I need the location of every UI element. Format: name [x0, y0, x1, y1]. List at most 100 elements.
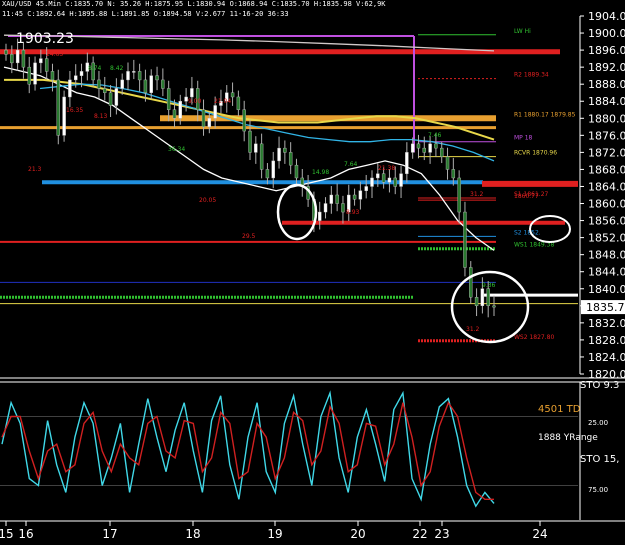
- candle-body: [190, 88, 194, 98]
- oscillator-label: 25.00: [588, 419, 608, 427]
- oscillator-label: STO 9.3: [580, 380, 619, 391]
- candle-body: [50, 71, 55, 81]
- candle-annotation: 21.3: [28, 166, 42, 173]
- candle-body: [405, 152, 409, 174]
- candle-body: [126, 71, 130, 81]
- candle-annotation: 8.93: [346, 209, 360, 216]
- highlight-circles: [276, 183, 571, 344]
- candle-body: [132, 71, 136, 73]
- time-tick-label: 20: [350, 527, 365, 541]
- chart-subheader: 11:45 C:1892.64 H:1895.88 L:1891.85 O:18…: [2, 10, 289, 18]
- time-tick-label: 15: [0, 527, 14, 541]
- candle-annotation: 9.00: [188, 98, 202, 105]
- candle-body: [213, 105, 217, 119]
- candle-body: [451, 169, 456, 179]
- price-tick-label: 1860.0: [588, 198, 625, 211]
- candle-body: [416, 143, 421, 149]
- candle-body: [166, 88, 171, 110]
- candle-body: [15, 49, 20, 64]
- candle-annotation: 31.2: [466, 326, 480, 333]
- time-tick-label: 22: [412, 527, 427, 541]
- price-candles: [4, 38, 496, 318]
- candle-body: [79, 71, 84, 76]
- candle-body: [201, 109, 206, 128]
- candle-body: [492, 305, 496, 308]
- candle-body: [242, 109, 246, 132]
- highlight-circle: [276, 183, 318, 241]
- price-tick-label: 1888.0: [588, 78, 625, 91]
- price-tick-label: 1896.0: [588, 44, 625, 57]
- price-tick-label: 1868.0: [588, 163, 625, 176]
- candle-body: [265, 169, 270, 179]
- candle-annotation: 14.98: [312, 169, 329, 176]
- candle-body: [161, 79, 165, 89]
- level-label: WS2 1827.80: [514, 334, 554, 341]
- candle-body: [254, 143, 258, 153]
- candle-body: [230, 92, 235, 98]
- price-tick-label: 1824.0: [588, 351, 625, 364]
- candle-annotation: 7.46: [428, 132, 442, 139]
- candle-body: [74, 75, 78, 81]
- oscillator-label: 4501 TD: [538, 404, 581, 415]
- candle-annotation: 20.05: [199, 197, 216, 204]
- candle-body: [486, 288, 490, 307]
- oscillator-line: [1, 401, 494, 500]
- candle-annotation: 9.36: [482, 282, 496, 289]
- time-tick-label: 16: [18, 527, 33, 541]
- time-tick-label: 23: [434, 527, 449, 541]
- time-tick-label: 19: [267, 527, 282, 541]
- price-tick-label: 1848.0: [588, 249, 625, 262]
- price-tick-label: 1832.0: [588, 317, 625, 330]
- candle-body: [259, 143, 264, 170]
- time-tick-label: 18: [185, 527, 200, 541]
- candle-body: [207, 118, 212, 128]
- candle-body: [434, 143, 438, 149]
- candle-annotation: 29.5: [242, 233, 256, 240]
- candle-body: [294, 164, 299, 179]
- candle-body: [463, 211, 467, 268]
- price-tick-label: 1852.0: [588, 232, 625, 245]
- price-tick-label: 1844.0: [588, 266, 625, 279]
- candle-body: [288, 152, 293, 166]
- level-label: S2 1852.: [514, 229, 541, 236]
- candle-body: [149, 75, 153, 93]
- candle-body: [341, 203, 345, 213]
- level-label: 1860.77: [514, 193, 539, 200]
- candle-body: [352, 194, 357, 200]
- price-axis: 1820.01824.01828.01832.01836.01840.01844…: [579, 10, 625, 381]
- candle-body: [120, 79, 124, 89]
- candle-body: [277, 147, 281, 162]
- oscillator-label: 75.00: [588, 486, 608, 494]
- price-tick-label: 1840.0: [588, 283, 625, 296]
- candle-body: [376, 173, 380, 179]
- moving-average-line: [3, 34, 495, 52]
- candle-annotation: 8.13: [94, 113, 108, 120]
- candle-body: [393, 177, 397, 187]
- candle-body: [248, 130, 252, 153]
- candle-body: [399, 173, 403, 187]
- price-tick-label: 1828.0: [588, 334, 625, 347]
- candle-body: [178, 101, 182, 119]
- price-tick-label: 1876.0: [588, 129, 625, 142]
- candle-body: [480, 288, 485, 307]
- candle-body: [97, 79, 101, 89]
- level-label: R1 1880.17 1879.85: [514, 111, 576, 118]
- candle-body: [469, 267, 473, 298]
- candle-body: [410, 143, 415, 153]
- level-label: MP 18: [514, 135, 533, 142]
- candle-body: [236, 96, 241, 110]
- candle-body: [137, 71, 142, 81]
- candle-body: [474, 297, 479, 307]
- candle-annotation: 31.2: [470, 191, 484, 198]
- chart-header: XAU/USD 45.Min C:1835.70 N: 35.26 H:1875…: [2, 0, 386, 8]
- candle-body: [329, 194, 334, 204]
- candle-body: [143, 79, 148, 93]
- candle-annotation: 21.38: [378, 165, 395, 172]
- candle-body: [68, 79, 72, 98]
- oscillator-panel: STO 9.3 4501 TD 1888 YRange STO 15, 25.00 75.…: [0, 377, 625, 520]
- candle-annotation: 36.34: [168, 146, 185, 153]
- level-lines: LW Hi R2 1889.34 R1 1880.17 1879.85 MP 18 RC…: [0, 28, 578, 343]
- oscillator-label: 1888 YRange: [538, 433, 598, 443]
- candle-body: [27, 66, 31, 85]
- chart-canvas: LW Hi R2 1889.34 R1 1880.17 1879.85 MP 18 RC…: [0, 10, 625, 541]
